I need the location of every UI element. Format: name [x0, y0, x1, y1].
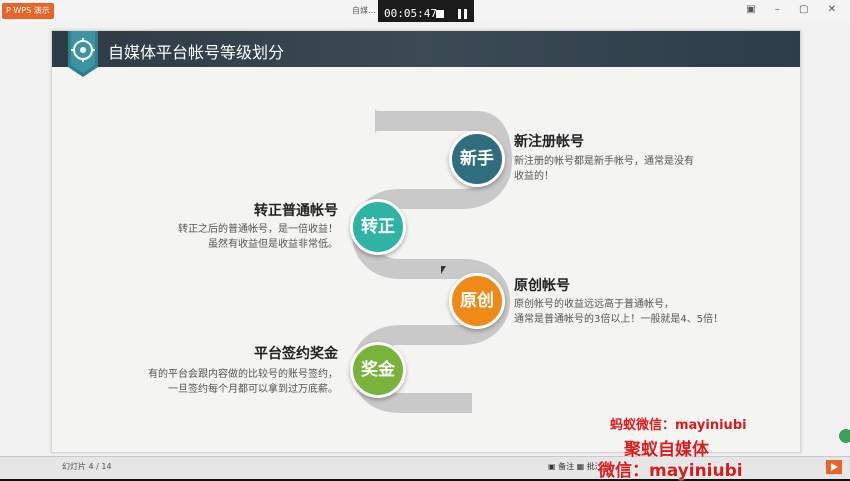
slide-counter: 幻灯片 4 / 14	[62, 462, 112, 471]
level-badge-newbie: 新手	[449, 131, 505, 187]
slideshow-play-icon[interactable]	[826, 460, 842, 474]
window-controls[interactable]: ▣ – ▢ ✕	[746, 4, 844, 15]
level-badge-bonus: 奖金	[350, 342, 406, 398]
level-heading-bonus: 平台签约奖金	[254, 346, 338, 362]
document-tab[interactable]: 自媒…	[352, 5, 376, 16]
side-float-icon[interactable]	[838, 428, 850, 444]
wps-app-logo[interactable]: P WPS 演示	[2, 3, 54, 19]
level-desc-original: 原创帐号的收益远远高于普通帐号， 通常是普通帐号的3倍以上！一般就是4、5倍！	[514, 299, 724, 325]
slide[interactable]: 自媒体平台帐号等级划分 新手 新注册帐号 新注册的帐号都是新手帐号，通常是没有 …	[51, 30, 801, 453]
stop-recording-icon[interactable]	[436, 10, 444, 18]
level-desc-newbie: 新注册的帐号都是新手帐号，通常是没有 收益的！	[514, 156, 694, 182]
level-heading-regular: 转正普通帐号	[254, 203, 338, 219]
recording-time: 00:05:47	[384, 7, 437, 20]
level-heading-original: 原创帐号	[514, 278, 570, 294]
level-heading-newbie: 新注册帐号	[514, 134, 584, 150]
status-bar-tools[interactable]: ▣ 备注 ▦ 批注	[548, 461, 603, 472]
watermark-line-3: 微信：mayiniubi	[598, 461, 743, 481]
mouse-cursor-icon	[441, 266, 446, 274]
watermark-line-1: 蚂蚁微信：mayiniubi	[610, 418, 747, 433]
level-badge-original: 原创	[449, 273, 505, 329]
pause-recording-icon[interactable]	[458, 9, 467, 19]
level-badge-regular: 转正	[350, 199, 406, 255]
level-desc-bonus: 有的平台会跟内容做的比较号的账号签约， 一旦签约每个月都可以拿到过万底薪。	[148, 369, 338, 395]
level-desc-regular: 转正之后的普通帐号，是一倍收益！ 虽然有收益但是收益非常低。	[178, 224, 338, 250]
